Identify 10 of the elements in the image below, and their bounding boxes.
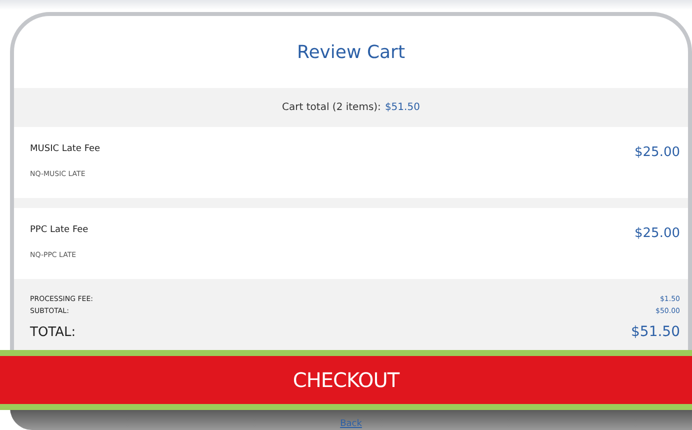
item-name: MUSIC Late Fee [30, 143, 100, 156]
checkout-button[interactable]: CHECKOUT [0, 350, 692, 410]
cart-total-label: Cart total (2 items): [282, 101, 381, 115]
item-price: $25.00 [634, 225, 680, 243]
page-title: Review Cart [297, 40, 405, 64]
total-label: TOTAL: [30, 324, 76, 342]
cart-total-amount: $51.50 [384, 101, 420, 115]
total-amount: $51.50 [631, 323, 680, 342]
item-name: PPC Late Fee [30, 224, 88, 237]
item-price: $25.00 [634, 144, 680, 162]
